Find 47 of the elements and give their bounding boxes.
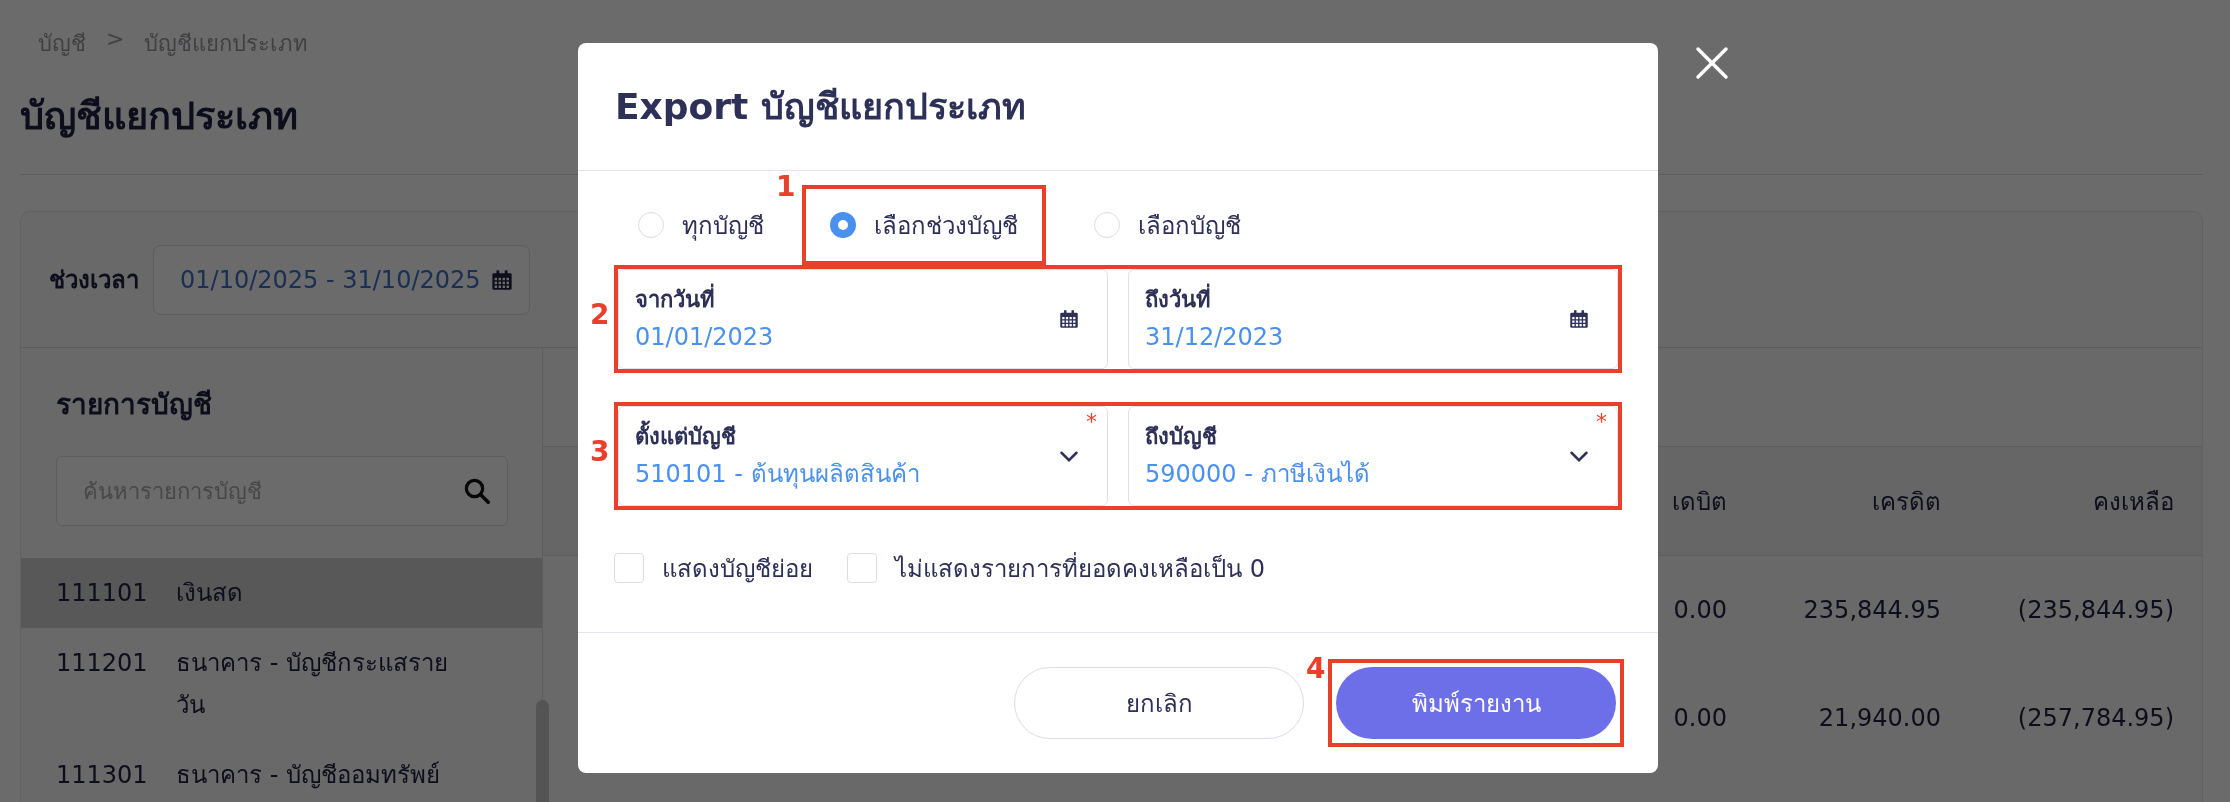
- field-value: 590000 - ภาษีเงินได้: [1145, 458, 1371, 490]
- table-cell: 21,940.00: [1818, 704, 1941, 732]
- dialog-title: Export บัญชีแยกประเภท: [578, 43, 1658, 171]
- period-label: ช่วงเวลา: [49, 265, 139, 296]
- chevron-down-icon[interactable]: [1569, 449, 1589, 463]
- account-select[interactable]: ถึงบัญชี 590000 - ภาษีเงินได้ *: [1128, 406, 1618, 506]
- radio-option[interactable]: เลือกบัญชี: [1094, 205, 1241, 245]
- checkbox-option[interactable]: ไม่แสดงรายการที่ยอดคงเหลือเป็น 0: [847, 548, 1265, 588]
- checkbox-option[interactable]: แสดงบัญชีย่อย: [614, 548, 813, 588]
- field-label: ตั้งแต่บัญชี: [635, 420, 1059, 453]
- step-number: 1: [776, 173, 796, 201]
- breadcrumb-separator: >: [106, 26, 125, 53]
- chevron-down-icon[interactable]: [1059, 449, 1079, 463]
- radio-option[interactable]: ทุกบัญชี: [638, 205, 764, 245]
- step-number: 2: [590, 301, 610, 329]
- cancel-button[interactable]: ยกเลิก: [1014, 667, 1304, 739]
- step-number: 3: [590, 438, 610, 466]
- page-title: บัญชีแยกประเภท: [20, 93, 298, 140]
- table-cell: 235,844.95: [1803, 596, 1941, 624]
- account-select[interactable]: ตั้งแต่บัญชี 510101 - ต้นทุนผลิตสินค้า *: [618, 406, 1108, 506]
- field-label: ถึงบัญชี: [1145, 422, 1218, 452]
- calendar-icon[interactable]: [1569, 309, 1589, 329]
- step-number: 4: [1306, 655, 1326, 683]
- column-header: เดบิต: [1672, 486, 1727, 518]
- field-value: 01/10/2025 - 31/10/2025: [180, 265, 481, 294]
- table-cell: (257,784.95): [2017, 704, 2174, 732]
- close-icon[interactable]: [1695, 46, 1729, 80]
- calendar-icon[interactable]: [1059, 309, 1079, 329]
- table-cell: 0.00: [1673, 596, 1727, 624]
- required-mark: *: [1086, 409, 1097, 434]
- date-field[interactable]: ถึงวันที่ 31/12/2023: [1128, 269, 1618, 369]
- field-label: ถึงวันที่: [1145, 283, 1569, 316]
- field-value: 01/01/2023: [635, 321, 775, 353]
- table-cell: 0.00: [1673, 704, 1727, 732]
- column-header: คงเหลือ: [2093, 486, 2174, 518]
- search-icon[interactable]: [462, 476, 492, 506]
- account-item[interactable]: 111201 ธนาคาร - บัญชีกระแสราย วัน: [21, 628, 542, 740]
- field-value: 31/12/2023: [1145, 321, 1285, 353]
- table-cell: (235,844.95): [2017, 596, 2174, 624]
- radio-option[interactable]: เลือกช่วงบัญชี: [830, 205, 1018, 245]
- field-label: จากวันที่: [635, 283, 1059, 316]
- field-value: 510101 - ต้นทุนผลิตสินค้า: [635, 458, 921, 491]
- date-field[interactable]: จากวันที่ 01/01/2023: [618, 269, 1108, 369]
- column-header: เครดิต: [1872, 486, 1941, 518]
- panel-title: รายการบัญชี: [55, 387, 213, 423]
- print-button[interactable]: พิมพ์รายงาน: [1336, 667, 1616, 739]
- required-mark: *: [1596, 409, 1607, 434]
